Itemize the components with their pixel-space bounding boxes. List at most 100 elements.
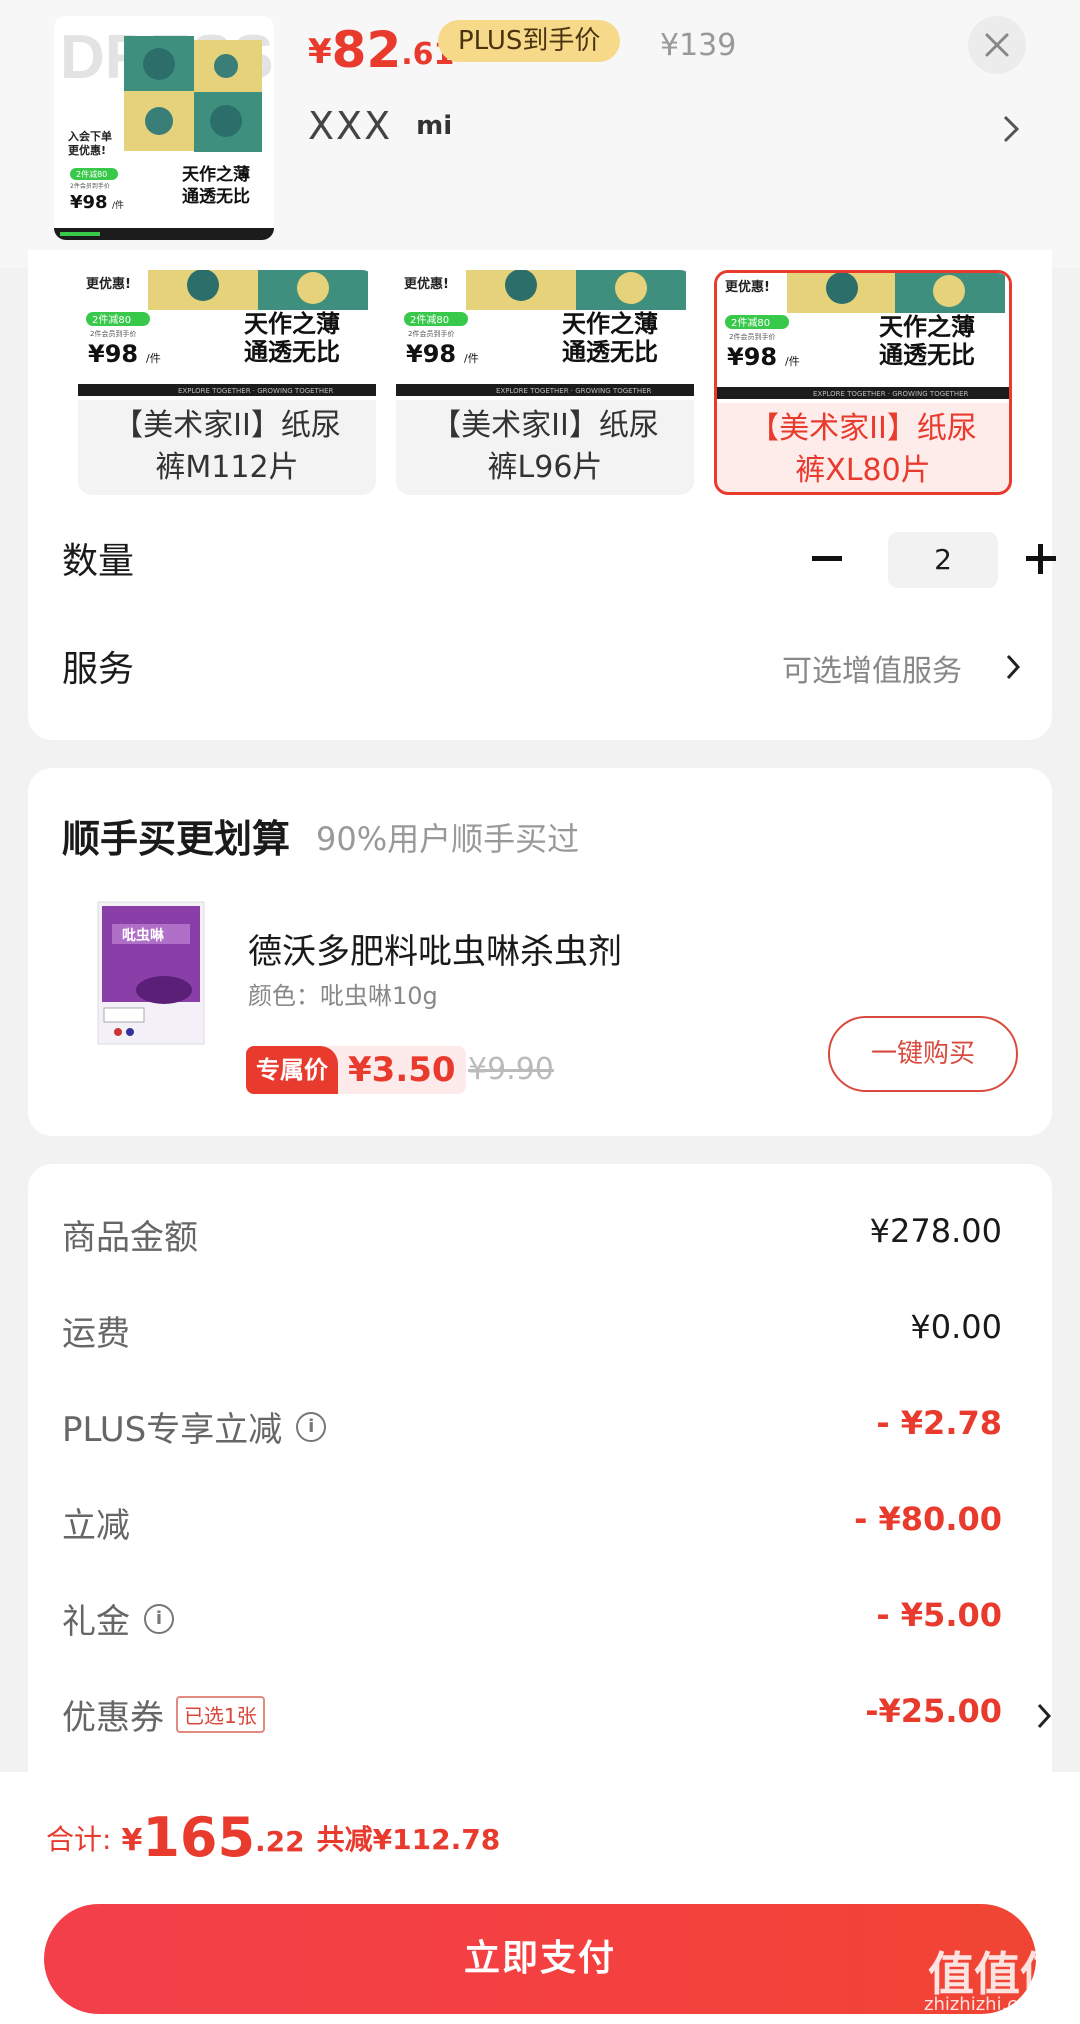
variant-list: 更优惠! 2件减80 2件会员到手价 ¥98 /件 天作之薄 通透无比 EXPL… — [78, 270, 1028, 495]
service-hint: 可选增值服务 — [782, 654, 962, 689]
order-total: 合计: ¥ 165 .22 共减¥112.78 — [46, 1810, 500, 1866]
brand-row[interactable]: XXX mi — [308, 104, 452, 148]
plus-price-tag: PLUS到手价 — [438, 20, 621, 62]
plus-discount-value: - ¥2.78 — [876, 1404, 1002, 1442]
plus-discount-label: PLUS专享立减 i — [62, 1402, 327, 1451]
quantity-decrease-button[interactable] — [802, 534, 852, 584]
variant-label: 【美术家II】纸尿 裤XL80片 — [749, 411, 977, 488]
gift-money-row: 礼金 i - ¥5.00 — [62, 1590, 1012, 1646]
addon-product-name[interactable]: 德沃多肥料吡虫啉杀虫剂 — [248, 924, 622, 973]
svg-text:天作之薄: 天作之薄 — [562, 310, 658, 338]
gift-money-label: 礼金 i — [62, 1594, 174, 1643]
close-button[interactable] — [968, 16, 1026, 74]
svg-text:2件会员到手价: 2件会员到手价 — [408, 329, 454, 338]
instant-discount-value: - ¥80.00 — [854, 1500, 1002, 1538]
variant-option-xl[interactable]: 更优惠! 2件减80 2件会员到手价 ¥98 /件 天作之薄 通透无比 EXPL… — [714, 270, 1012, 495]
gift-money-value: - ¥5.00 — [876, 1596, 1002, 1634]
shipping-value: ¥0.00 — [910, 1308, 1002, 1346]
svg-text:¥98: ¥98 — [406, 340, 456, 368]
svg-text:2件减80: 2件减80 — [410, 314, 449, 326]
checkout-bar: 合计: ¥ 165 .22 共减¥112.78 立即支付 — [0, 1772, 1080, 2024]
addon-original-price: ¥9.90 — [468, 1052, 554, 1087]
info-icon[interactable]: i — [144, 1603, 174, 1634]
addon-title: 顺手买更划算 — [62, 817, 291, 861]
svg-text:2件减80: 2件减80 — [731, 317, 770, 329]
price-symbol: ¥ — [308, 32, 332, 72]
plus-discount-row: PLUS专享立减 i - ¥2.78 — [62, 1398, 1012, 1454]
variant-option-l[interactable]: 更优惠! 2件减80 2件会员到手价 ¥98 /件 天作之薄 通透无比 EXPL… — [396, 270, 694, 495]
info-icon[interactable]: i — [296, 1411, 327, 1442]
instant-discount-label: 立减 — [62, 1506, 130, 1546]
current-price: ¥ 82 .61 — [308, 18, 454, 78]
svg-text:更优惠!: 更优惠! — [725, 279, 770, 295]
variant-image: 更优惠! 2件减80 2件会员到手价 ¥98 /件 天作之薄 通透无比 EXPL… — [717, 273, 1009, 403]
quantity-increase-button[interactable] — [1016, 534, 1066, 584]
shipping-row: 运费 ¥0.00 — [62, 1302, 1012, 1358]
goods-amount-row: 商品金额 ¥278.00 — [62, 1206, 1012, 1262]
svg-text:EXPLORE TOGETHER · GROWING TOG: EXPLORE TOGETHER · GROWING TOGETHER — [496, 387, 652, 395]
chevron-right-icon[interactable] — [1000, 112, 1022, 146]
variant-option-m[interactable]: 更优惠! 2件减80 2件会员到手价 ¥98 /件 天作之薄 通透无比 EXPL… — [78, 270, 376, 495]
svg-text:通透无比: 通透无比 — [562, 338, 658, 366]
total-saved: 共减¥112.78 — [316, 1823, 501, 1856]
addon-product-image[interactable]: 吡虫啉 — [78, 898, 224, 1048]
svg-text:2件减80: 2件减80 — [76, 169, 107, 179]
instant-discount-row: 立减 - ¥80.00 — [62, 1494, 1012, 1550]
addon-product-color: 颜色：吡虫啉10g — [248, 982, 438, 1010]
product-header: DRESS 入会下单 更优惠! 2件减80 2件会员到手价 ¥98 /件 天作之… — [0, 0, 1080, 268]
exclusive-price-tag: 专属价 — [246, 1046, 338, 1094]
svg-text:通透无比: 通透无比 — [244, 338, 340, 366]
svg-text:2件会员到手价: 2件会员到手价 — [90, 329, 136, 338]
svg-text:更优惠!: 更优惠! — [86, 276, 131, 292]
svg-text:/件: /件 — [464, 352, 479, 365]
svg-text:通透无比: 通透无比 — [182, 186, 250, 207]
svg-text:吡虫啉: 吡虫啉 — [122, 927, 164, 944]
goods-amount-value: ¥278.00 — [869, 1212, 1002, 1250]
variant-label: 【美术家II】纸尿 裤M112片 — [113, 408, 341, 485]
svg-text:/件: /件 — [112, 199, 124, 211]
coupon-value: -¥25.00 — [865, 1692, 1002, 1730]
one-click-buy-button[interactable]: 一键购买 — [828, 1016, 1018, 1092]
exclusive-price-value: ¥3.50 — [348, 1050, 456, 1090]
addon-card: 顺手买更划算 90%用户顺手买过 吡虫啉 德沃多肥料吡虫啉杀虫剂 颜色：吡虫啉1… — [28, 768, 1052, 1136]
coupon-label: 优惠券 已选1张 — [62, 1690, 265, 1739]
plus-icon — [1026, 544, 1056, 574]
price-summary-card: 商品金额 ¥278.00 运费 ¥0.00 PLUS专享立减 i - ¥2.78… — [28, 1164, 1052, 1804]
watermark-url: zhizhizhi.com — [924, 1994, 1046, 2015]
service-label: 服务 — [62, 649, 135, 690]
shipping-label: 运费 — [62, 1314, 130, 1354]
addon-subtitle: 90%用户顺手买过 — [316, 820, 580, 858]
quantity-label: 数量 — [62, 541, 135, 582]
original-price: ¥139 — [660, 28, 737, 63]
variant-label: 【美术家II】纸尿 裤L96片 — [431, 408, 659, 485]
svg-text:通透无比: 通透无比 — [879, 341, 975, 369]
chevron-right-icon — [1006, 654, 1021, 680]
pay-now-button[interactable]: 立即支付 — [44, 1904, 1036, 2014]
svg-text:/件: /件 — [785, 355, 800, 368]
coupon-row[interactable]: 优惠券 已选1张 -¥25.00 — [62, 1686, 1052, 1742]
total-label: 合计: — [46, 1823, 112, 1856]
svg-text:EXPLORE TOGETHER · GROWING TOG: EXPLORE TOGETHER · GROWING TOGETHER — [813, 390, 969, 398]
brand-name: XXX — [308, 104, 393, 148]
service-row[interactable]: 服务 可选增值服务 — [62, 640, 1052, 700]
mi-logo-icon: mi — [416, 111, 453, 141]
svg-text:EXPLORE TOGETHER · GROWING TOG: EXPLORE TOGETHER · GROWING TOGETHER — [178, 387, 334, 395]
price-integer: 82 — [331, 21, 402, 79]
exclusive-price: 专属价 ¥3.50 — [246, 1046, 466, 1094]
variant-image: 更优惠! 2件减80 2件会员到手价 ¥98 /件 天作之薄 通透无比 EXPL… — [396, 270, 694, 400]
minus-icon — [812, 556, 842, 561]
variant-image: 更优惠! 2件减80 2件会员到手价 ¥98 /件 天作之薄 通透无比 EXPL… — [78, 270, 376, 400]
svg-text:入会下单: 入会下单 — [68, 129, 112, 143]
coupon-selected-badge: 已选1张 — [176, 1696, 265, 1733]
svg-text:天作之薄: 天作之薄 — [879, 313, 975, 341]
svg-text:更优惠!: 更优惠! — [68, 143, 106, 157]
total-symbol: ¥ — [121, 1823, 143, 1858]
svg-text:更优惠!: 更优惠! — [404, 276, 449, 292]
options-card: 更优惠! 2件减80 2件会员到手价 ¥98 /件 天作之薄 通透无比 EXPL… — [28, 250, 1056, 740]
quantity-row: 数量 2 — [62, 532, 1056, 592]
quantity-input[interactable]: 2 — [888, 532, 998, 588]
svg-text:2件会员到手价: 2件会员到手价 — [729, 332, 775, 341]
product-thumbnail: DRESS 入会下单 更优惠! 2件减80 2件会员到手价 ¥98 /件 天作之… — [54, 16, 274, 240]
svg-text:¥98: ¥98 — [727, 343, 777, 371]
total-decimal: .22 — [255, 1825, 305, 1858]
